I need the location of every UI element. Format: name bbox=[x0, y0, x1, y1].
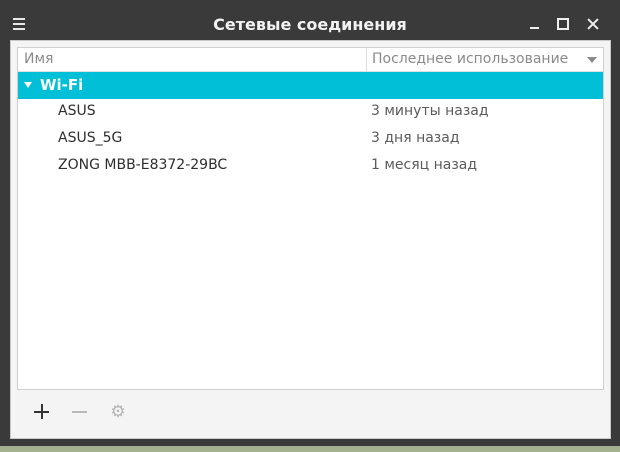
connection-name: ASUS_5G bbox=[58, 130, 123, 146]
gear-icon: ⚙ bbox=[110, 402, 126, 422]
column-divider[interactable] bbox=[366, 48, 367, 71]
connection-name: ZONG MBB-E8372-29BC bbox=[58, 157, 228, 173]
minimize-icon[interactable] bbox=[527, 16, 543, 32]
group-label: Wi-Fi bbox=[40, 76, 84, 94]
connection-last-used: 1 месяц назад bbox=[371, 157, 478, 173]
close-icon[interactable] bbox=[585, 16, 601, 32]
connections-list[interactable]: Имя Последнее использование Wi-Fi ASUS 3… bbox=[17, 47, 604, 390]
column-header-name[interactable]: Имя bbox=[24, 51, 53, 67]
connection-settings-button[interactable]: ⚙ bbox=[105, 399, 131, 425]
window-content: Имя Последнее использование Wi-Fi ASUS 3… bbox=[10, 40, 611, 439]
add-connection-button[interactable] bbox=[29, 399, 55, 425]
maximize-icon[interactable] bbox=[555, 16, 571, 32]
expander-down-icon[interactable] bbox=[24, 82, 32, 88]
bottom-toolbar: ⚙ bbox=[17, 393, 604, 433]
network-connections-window: Сетевые соединения Имя Последнее использ… bbox=[0, 0, 620, 446]
list-item[interactable]: ASUS_5G 3 дня назад bbox=[18, 126, 603, 152]
connection-name: ASUS bbox=[58, 103, 96, 119]
connection-last-used: 3 минуты назад bbox=[371, 103, 489, 119]
list-header: Имя Последнее использование bbox=[18, 48, 603, 72]
remove-connection-button[interactable] bbox=[67, 399, 93, 425]
group-row-wifi[interactable]: Wi-Fi bbox=[18, 72, 603, 99]
sort-descending-icon bbox=[587, 57, 597, 63]
list-item[interactable]: ASUS 3 минуты назад bbox=[18, 99, 603, 125]
column-header-last-used[interactable]: Последнее использование bbox=[372, 51, 568, 67]
connection-last-used: 3 дня назад bbox=[371, 130, 460, 146]
list-item[interactable]: ZONG MBB-E8372-29BC 1 месяц назад bbox=[18, 153, 603, 179]
